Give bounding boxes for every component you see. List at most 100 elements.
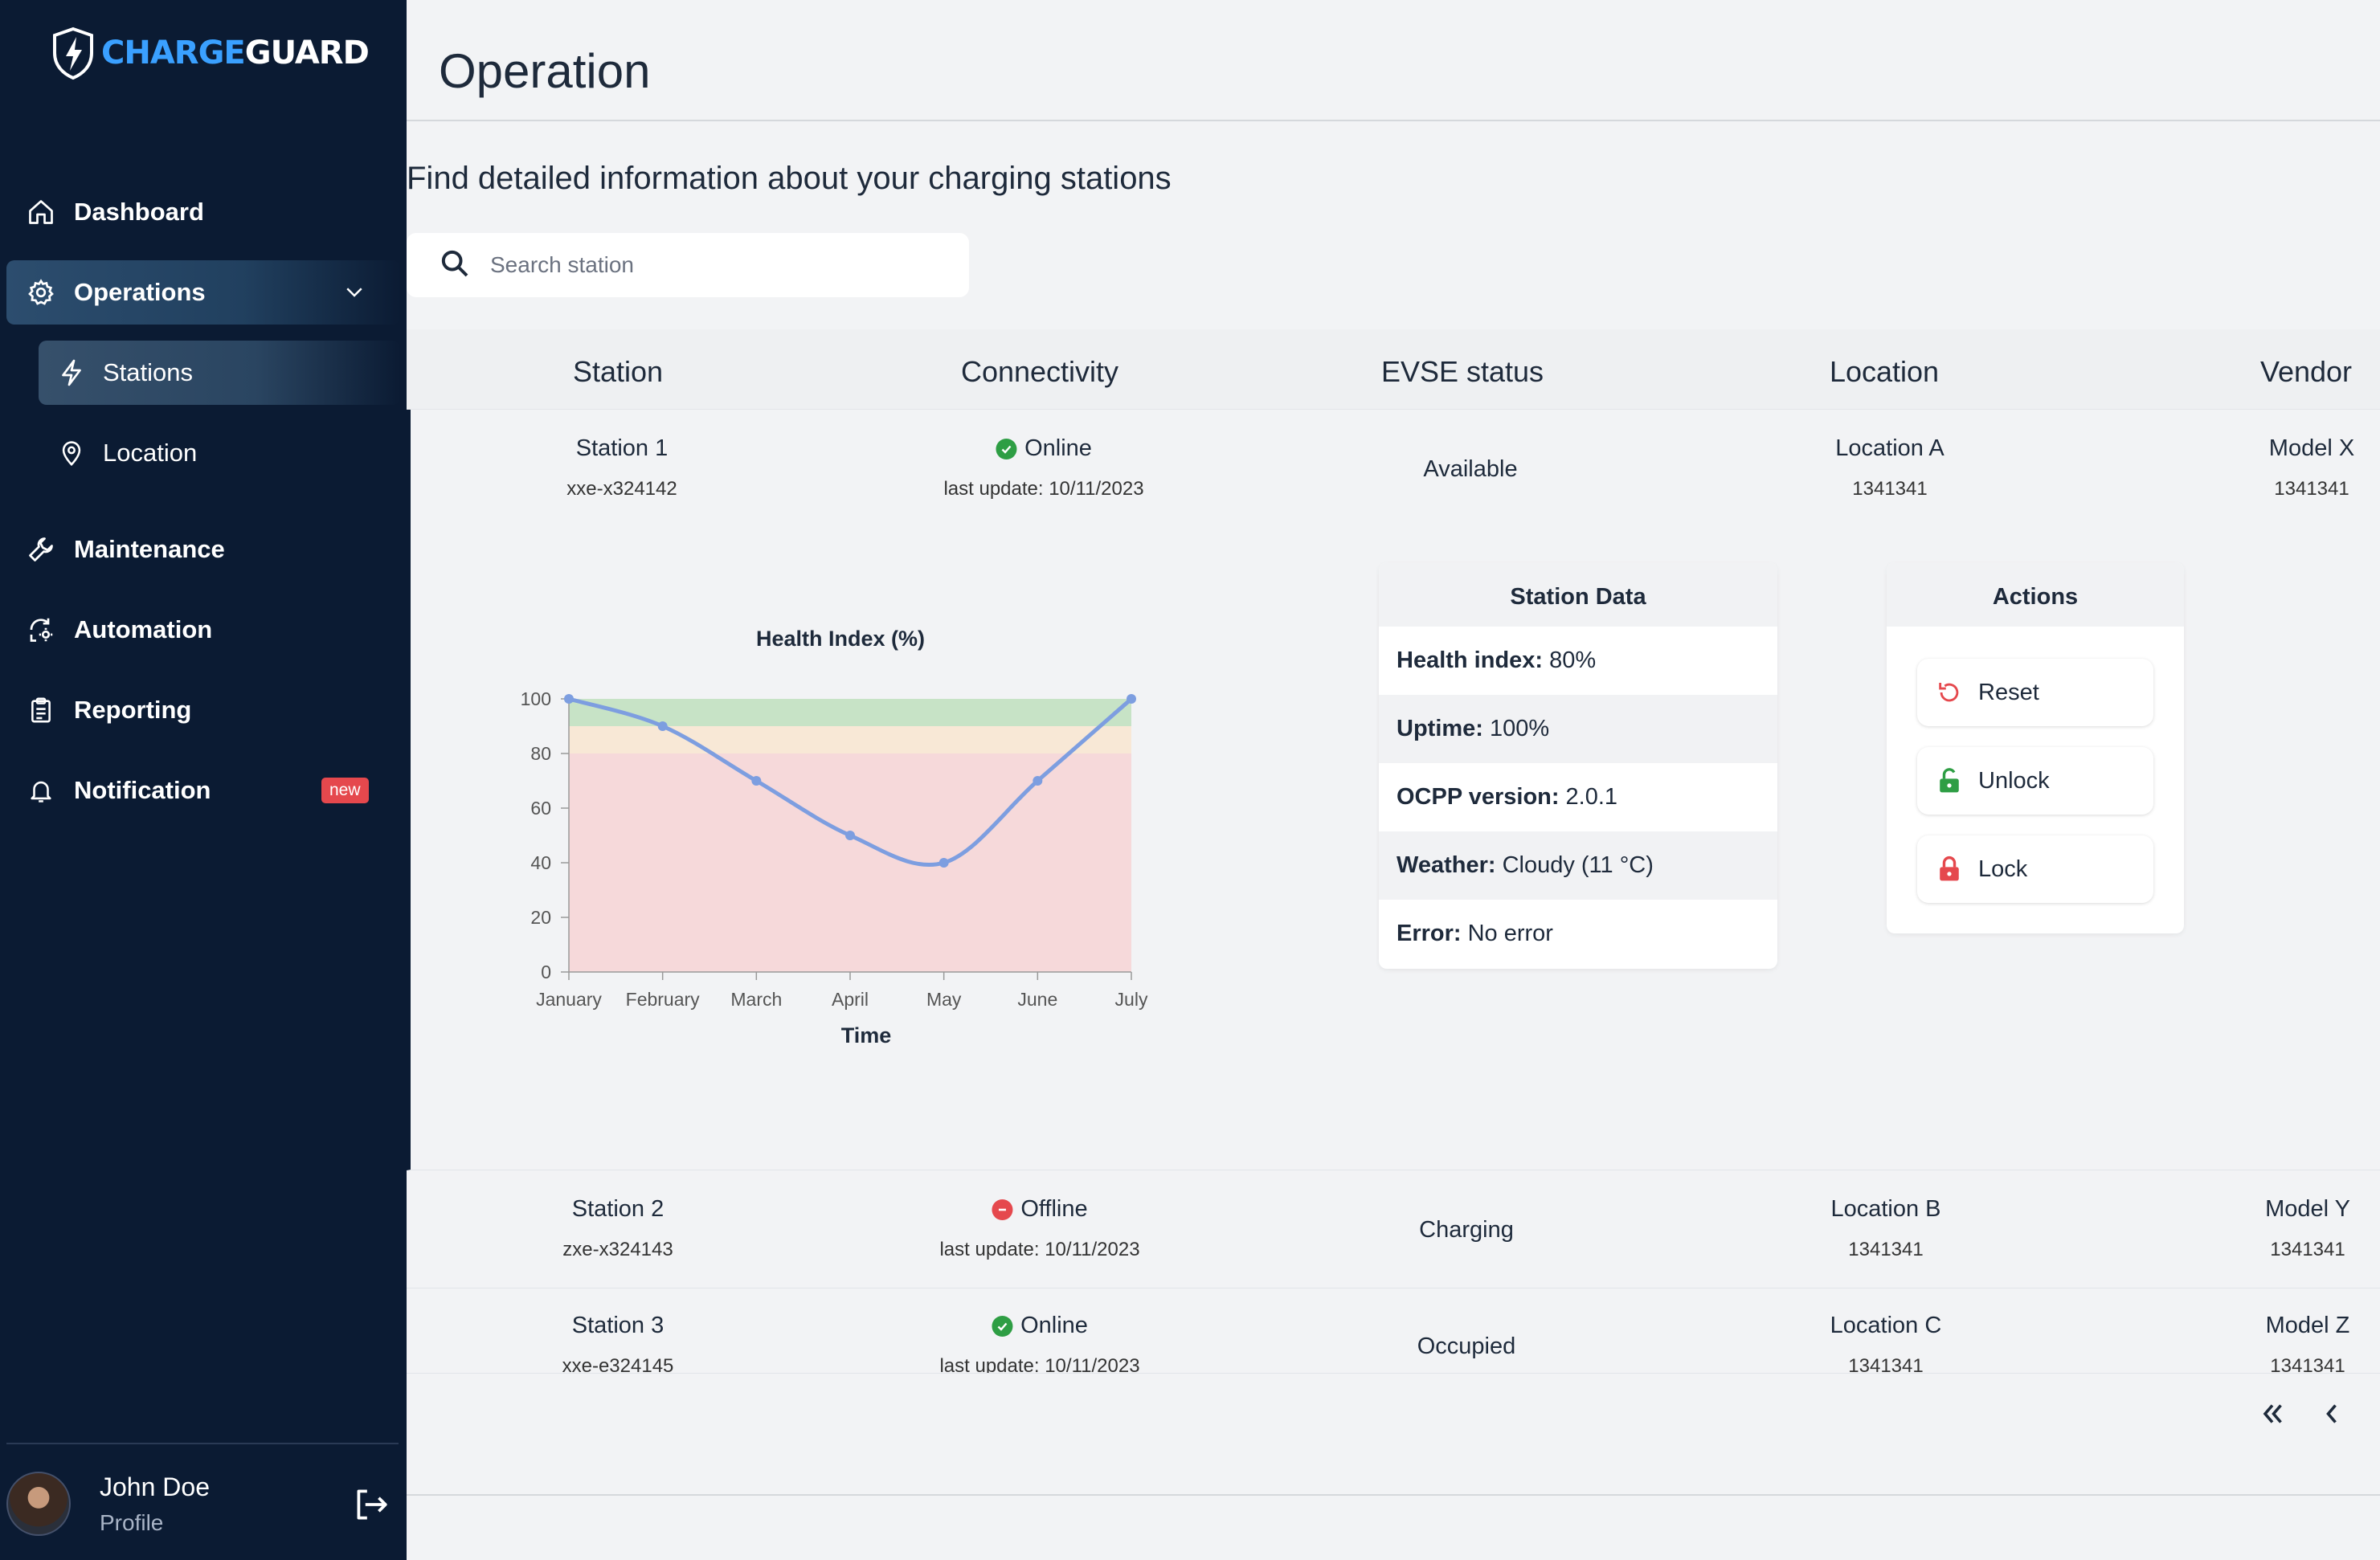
x-tick-label: July xyxy=(1115,989,1148,1010)
x-tick-label: April xyxy=(832,989,869,1010)
uptime-row: Uptime: 100% xyxy=(1379,695,1777,763)
data-point xyxy=(751,776,762,786)
column-header-connectivity[interactable]: Connectivity xyxy=(961,355,1118,389)
data-point xyxy=(845,831,855,840)
table-row[interactable]: Station 2 zxe-x324143 Offline last updat… xyxy=(407,1170,2380,1288)
data-point xyxy=(657,721,668,731)
column-header-evse-status[interactable]: EVSE status xyxy=(1381,355,1544,389)
connectivity-status: Offline xyxy=(1020,1196,1088,1222)
connectivity-cell: Offline last update: 10/11/2023 xyxy=(939,1196,1140,1260)
sidebar-item-label: Reporting xyxy=(74,696,192,724)
sidebar-item-location[interactable]: Location xyxy=(39,421,400,485)
sidebar-item-notification[interactable]: Notification new xyxy=(6,758,400,823)
vendor-cell: Model Y 1341341 xyxy=(2265,1196,2350,1260)
data-point xyxy=(1127,694,1136,704)
data-point xyxy=(1033,776,1043,786)
chart-svg: 0 20 40 60 80 100 January February March April May… xyxy=(521,688,1148,1047)
search-input[interactable] xyxy=(490,252,940,278)
unlock-button[interactable]: Unlock xyxy=(1917,747,2153,815)
chart-band xyxy=(569,753,1131,972)
chevron-down-icon[interactable] xyxy=(342,280,366,310)
connectivity-cell: Online last update: 10/11/2023 xyxy=(939,1313,1140,1374)
sidebar-item-label: Operations xyxy=(74,278,206,306)
column-header-station[interactable]: Station xyxy=(573,355,663,389)
lock-button[interactable]: Lock xyxy=(1917,835,2153,903)
profile-name: John Doe xyxy=(100,1472,210,1501)
new-badge: new xyxy=(321,778,369,803)
user-profile[interactable]: John Doe Profile xyxy=(6,1464,399,1544)
actions-card: Actions Reset Unlock Lock xyxy=(1887,562,2184,933)
profile-link[interactable]: Profile xyxy=(100,1510,210,1536)
previous-page-icon[interactable] xyxy=(2317,1399,2346,1432)
reset-button[interactable]: Reset xyxy=(1917,659,2153,726)
sidebar-item-maintenance[interactable]: Maintenance xyxy=(6,517,400,582)
map-pin-icon xyxy=(55,436,88,470)
y-tick-label: 0 xyxy=(541,962,551,982)
connectivity-status: Online xyxy=(1024,435,1092,461)
actions-title: Actions xyxy=(1887,562,2184,627)
title-divider xyxy=(407,120,2380,121)
health-index-chart: Health Index (%) 0 20 40 60 80 100 January Febr… xyxy=(495,627,1218,1076)
offline-minus-icon xyxy=(992,1199,1013,1220)
chart-title: Health Index (%) xyxy=(755,627,926,651)
wrench-icon xyxy=(24,533,58,566)
data-point xyxy=(564,694,574,704)
lock-icon xyxy=(1933,856,1965,883)
unlock-icon xyxy=(1933,767,1965,794)
sidebar-item-label: Dashboard xyxy=(74,198,204,226)
sidebar-item-label: Maintenance xyxy=(74,535,225,563)
search-box[interactable] xyxy=(407,233,969,297)
ocpp-version-row: OCPP version: 2.0.1 xyxy=(1397,784,1618,810)
x-tick-label: January xyxy=(536,989,602,1010)
sidebar-item-stations[interactable]: Stations xyxy=(39,341,400,405)
location-cell: Location A 1341341 xyxy=(1835,435,1944,500)
sidebar-item-reporting[interactable]: Reporting xyxy=(6,678,400,742)
column-header-location[interactable]: Location xyxy=(1830,355,1939,389)
footer-divider xyxy=(407,1494,2380,1496)
evse-status-cell: Charging xyxy=(1419,1217,1514,1243)
chart-band xyxy=(569,726,1131,753)
station-cell: Station 1 xxe-x324142 xyxy=(566,435,677,500)
shield-bolt-icon xyxy=(53,27,93,80)
gear-icon xyxy=(24,276,58,309)
vendor-cell: Model X 1341341 xyxy=(2268,435,2355,500)
logout-icon[interactable] xyxy=(350,1484,391,1529)
sidebar-item-automation[interactable]: Automation xyxy=(6,598,400,662)
sidebar-divider xyxy=(6,1443,399,1444)
y-tick-label: 100 xyxy=(521,688,551,709)
sidebar-item-label: Stations xyxy=(103,358,194,386)
automation-icon xyxy=(24,613,58,647)
table-header: Station Connectivity EVSE status Locatio… xyxy=(407,329,2380,410)
station-data-title: Station Data xyxy=(1379,562,1777,627)
logo-text: CHARGEGUARD xyxy=(101,35,370,71)
pagination xyxy=(2258,1399,2346,1432)
sidebar: CHARGEGUARD Dashboard Operations Station… xyxy=(0,0,407,1560)
bolt-icon xyxy=(55,356,88,390)
first-page-icon[interactable] xyxy=(2258,1399,2287,1432)
clipboard-icon xyxy=(24,693,58,727)
y-tick-label: 40 xyxy=(530,852,551,873)
sidebar-item-dashboard[interactable]: Dashboard xyxy=(6,180,400,244)
weather-row: Weather: Cloudy (11 °C) xyxy=(1379,831,1777,900)
page-subtitle: Find detailed information about your cha… xyxy=(407,161,1172,196)
table-row[interactable]: Station 3 xxe-e324145 Online last update… xyxy=(407,1288,2380,1374)
connectivity-cell: Online last update: 10/11/2023 xyxy=(943,435,1144,500)
avatar[interactable] xyxy=(6,1472,71,1536)
reset-icon xyxy=(1933,679,1965,706)
location-cell: Location B 1341341 xyxy=(1830,1196,1941,1260)
y-tick-label: 20 xyxy=(530,907,551,928)
connectivity-status: Online xyxy=(1020,1313,1088,1338)
x-tick-label: May xyxy=(926,989,962,1010)
sidebar-item-label: Notification xyxy=(74,776,211,804)
page-title: Operation xyxy=(439,44,651,98)
station-cell: Station 3 xxe-e324145 xyxy=(562,1313,674,1374)
sidebar-item-operations[interactable]: Operations xyxy=(6,260,400,325)
online-check-icon xyxy=(996,438,1017,459)
column-header-vendor[interactable]: Vendor xyxy=(2260,355,2352,389)
x-tick-label: June xyxy=(1017,989,1057,1010)
app-logo[interactable]: CHARGEGUARD xyxy=(50,24,370,82)
location-cell: Location C 1341341 xyxy=(1830,1313,1942,1374)
evse-status-cell: Available xyxy=(1423,456,1518,482)
online-check-icon xyxy=(992,1315,1013,1337)
station-cell: Station 2 zxe-x324143 xyxy=(562,1196,673,1260)
